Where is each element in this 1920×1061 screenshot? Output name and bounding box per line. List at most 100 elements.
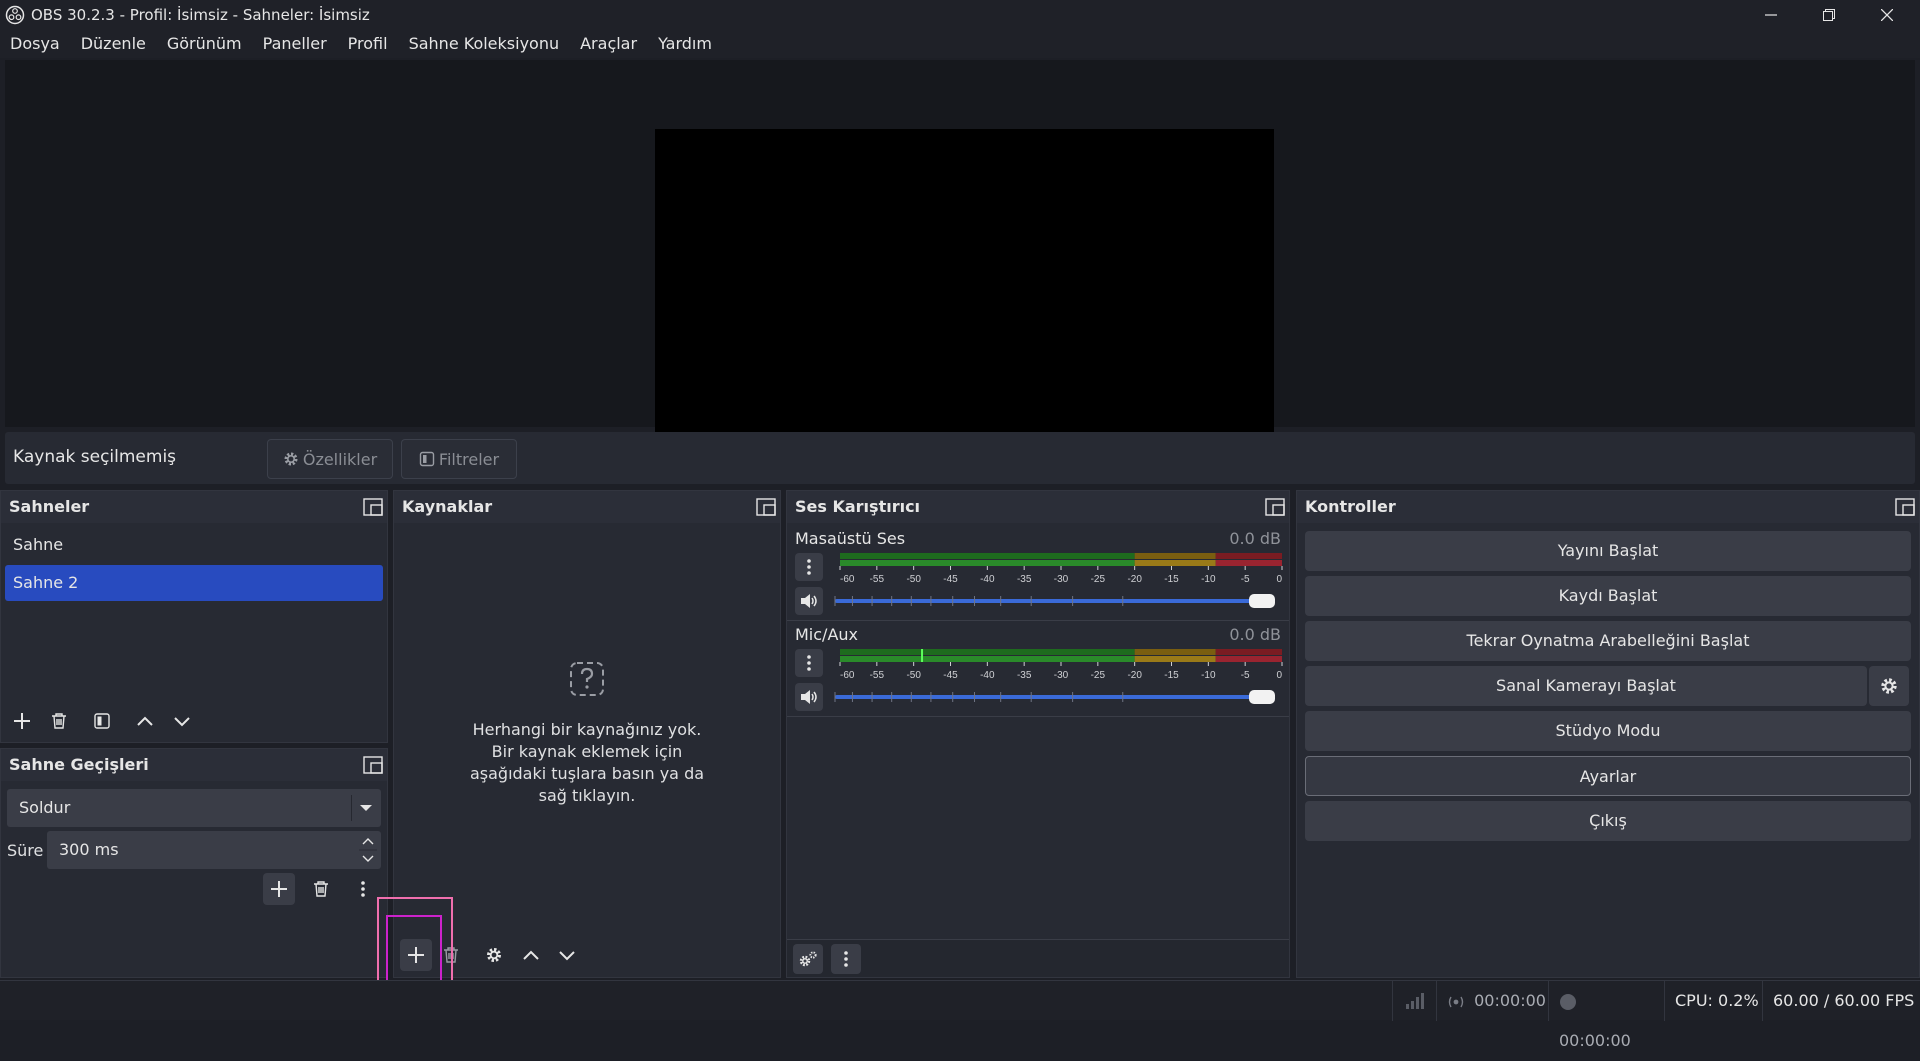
meter-scale-label: -25 [1091, 574, 1106, 585]
exit-button[interactable]: Çıkış [1305, 801, 1911, 841]
minimize-button[interactable] [1742, 0, 1800, 30]
start-virtual-camera-button[interactable]: Sanal Kamerayı Başlat [1305, 666, 1867, 706]
transition-select[interactable]: Soldur [7, 789, 381, 827]
remove-transition-button[interactable] [305, 873, 337, 905]
meter-scale-label: -35 [1017, 574, 1032, 585]
duration-spinbox[interactable]: 300 ms [47, 831, 381, 869]
source-properties-button[interactable] [478, 939, 510, 971]
move-scene-up-button[interactable] [129, 705, 161, 737]
meter-segment [1134, 656, 1216, 662]
empty-line: sağ tıklayın. [538, 786, 636, 805]
meter-scale-label: -5 [1241, 670, 1250, 681]
meter-segment [1215, 649, 1282, 655]
menu-help[interactable]: Yardım [650, 30, 720, 58]
menu-tools[interactable]: Araçlar [572, 30, 645, 58]
properties-label: Özellikler [302, 449, 378, 469]
mixer-dock-title: Ses Karıştırıcı [787, 491, 1289, 523]
undock-icon[interactable] [363, 756, 383, 774]
scene-item[interactable]: Sahne [5, 527, 383, 563]
start-streaming-button[interactable]: Yayını Başlat [1305, 531, 1911, 571]
add-scene-button[interactable] [6, 705, 38, 737]
audio-mixer-dock: Ses Karıştırıcı Masaüstü Ses 0.0 dB -60 -… [786, 490, 1290, 978]
controls-dock: Kontroller Yayını Başlat Kaydı Başlat Te… [1296, 490, 1920, 978]
undock-icon[interactable] [363, 498, 383, 516]
start-replay-buffer-button[interactable]: Tekrar Oynatma Arabelleğini Başlat [1305, 621, 1911, 661]
transition-menu-button[interactable] [347, 873, 379, 905]
scene-filters-button[interactable] [86, 705, 118, 737]
meter-scale-label: -30 [1054, 670, 1069, 681]
scene-item-selected[interactable]: Sahne 2 [5, 565, 383, 601]
filter-icon [94, 713, 110, 729]
gear-icon [487, 948, 501, 962]
remove-scene-button[interactable] [43, 705, 75, 737]
speaker-icon [801, 594, 817, 608]
meter-scale-label: -10 [1201, 574, 1216, 585]
more-vertical-icon [361, 881, 365, 897]
slider-track [835, 599, 1271, 603]
meter-scale-label: -25 [1091, 670, 1106, 681]
filter-icon [419, 451, 435, 467]
meter-scale-label: -60 [840, 574, 855, 585]
mute-button[interactable] [795, 587, 823, 615]
meter-segment [840, 649, 1135, 655]
channel-menu-button[interactable] [795, 649, 823, 677]
move-source-down-button[interactable] [551, 939, 583, 971]
restore-button[interactable] [1800, 0, 1858, 30]
meter-scale-label: -45 [943, 574, 958, 585]
undock-icon[interactable] [1895, 498, 1915, 516]
more-vertical-icon [807, 655, 811, 671]
menu-scene-collection[interactable]: Sahne Koleksiyonu [401, 30, 568, 58]
virtual-camera-settings-button[interactable] [1869, 666, 1909, 706]
chevron-down-icon [559, 951, 575, 961]
mixer-channel: Masaüstü Ses 0.0 dB -60 -55 -50 -45 -40 -35 -3… [787, 525, 1289, 621]
empty-line: Bir kaynak eklemek için [491, 742, 683, 761]
duration-value: 300 ms [59, 840, 119, 859]
move-scene-down-button[interactable] [166, 705, 198, 737]
settings-button[interactable]: Ayarlar [1305, 756, 1911, 796]
chevron-down-icon [174, 717, 190, 727]
studio-mode-button[interactable]: Stüdyo Modu [1305, 711, 1911, 751]
menu-view[interactable]: Görünüm [159, 30, 250, 58]
sources-empty-message: Herhangi bir kaynağınız yok. Bir kaynak … [394, 719, 780, 807]
add-transition-button[interactable] [263, 873, 295, 905]
recording-status: 00:00:00 [1548, 981, 1658, 1050]
spin-arrows-icon[interactable] [357, 833, 379, 867]
volume-slider[interactable] [831, 687, 1283, 707]
meter-scale-label: -15 [1164, 670, 1179, 681]
preview-canvas[interactable] [655, 129, 1274, 477]
mixer-title: Ses Karıştırıcı [795, 497, 921, 516]
meter-scale-label: -45 [943, 670, 958, 681]
properties-button[interactable]: Özellikler [267, 439, 393, 479]
close-button[interactable] [1858, 0, 1916, 30]
no-source-label: Kaynak seçilmemiş [13, 447, 177, 467]
start-recording-button[interactable]: Kaydı Başlat [1305, 576, 1911, 616]
move-source-up-button[interactable] [515, 939, 547, 971]
meter-scale-label: -20 [1127, 670, 1142, 681]
undock-icon[interactable] [1265, 498, 1285, 516]
menu-docks[interactable]: Paneller [255, 30, 335, 58]
signal-bars-icon [1406, 993, 1424, 1009]
source-toolbar: Kaynak seçilmemiş Özellikler Filtreler [5, 432, 1915, 484]
meter-segment [1134, 649, 1216, 655]
channel-menu-button[interactable] [795, 553, 823, 581]
menu-profile[interactable]: Profil [340, 30, 396, 58]
menu-bar: Dosya Düzenle Görünüm Paneller Profil Sa… [0, 30, 1920, 58]
meter-segment [840, 560, 1135, 566]
preview-area[interactable] [5, 60, 1915, 477]
menu-edit[interactable]: Düzenle [73, 30, 154, 58]
filters-button[interactable]: Filtreler [401, 439, 517, 479]
undock-icon[interactable] [756, 498, 776, 516]
gear-icon [1881, 678, 1897, 694]
slider-handle [1249, 594, 1275, 608]
scenes-dock: Sahneler Sahne Sahne 2 [0, 490, 388, 743]
mute-button[interactable] [795, 683, 823, 711]
audio-settings-button[interactable] [793, 944, 823, 974]
menu-file[interactable]: Dosya [2, 30, 68, 58]
meter-scale-label: -40 [980, 574, 995, 585]
mixer-menu-button[interactable] [831, 944, 861, 974]
volume-slider[interactable] [831, 591, 1283, 611]
meter-scale-label: -20 [1127, 574, 1142, 585]
controls-dock-title: Kontroller [1297, 491, 1919, 523]
transition-value: Soldur [19, 798, 71, 817]
stream-time: 00:00:00 [1474, 991, 1546, 1010]
